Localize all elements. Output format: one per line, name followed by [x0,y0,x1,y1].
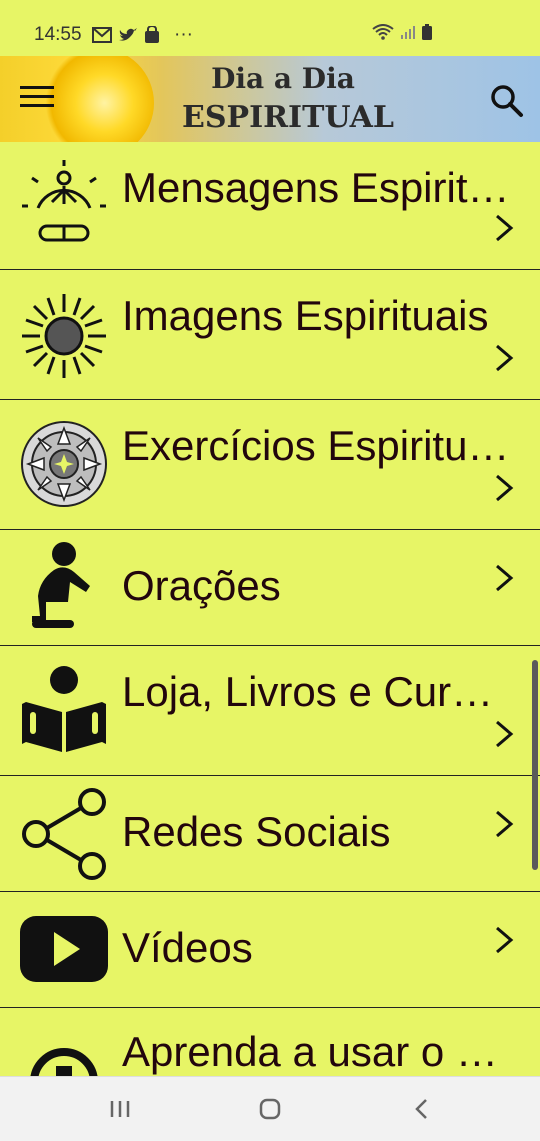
battery-icon [422,24,432,40]
status-time: 14:55 [34,24,82,45]
chevron-right-icon [496,720,514,748]
praying-person-icon [32,542,90,628]
menu-item-label: Loja, Livros e Curs… [122,668,514,715]
chevron-right-icon [496,344,514,372]
menu-item-label: Redes Sociais [122,808,391,855]
status-notification-icons: ··· [92,24,193,46]
signal-icon [401,26,415,39]
share-icon [22,788,106,880]
app-title-line2: ESPIRITUAL [181,100,395,135]
menu-item-label: Mensagens Espiritu… [122,164,514,211]
sunflower-banner-image [44,56,154,142]
chevron-right-icon [496,214,514,242]
menu-item-oracoes[interactable]: Orações [0,530,540,646]
sun-icon [22,294,106,378]
chevron-right-icon [496,564,514,592]
hamburger-icon[interactable] [20,86,54,112]
chevron-right-icon [496,926,514,954]
menu-item-label: Aprenda a usar o … [122,1028,498,1075]
status-bar: 14:55 ··· [0,0,540,56]
menu-item-label: Imagens Espirituais [122,292,489,339]
shopping-bag-icon [145,26,159,43]
menu-item-imagens[interactable]: Imagens Espirituais [0,270,540,400]
mandala-icon [21,421,107,507]
recent-apps-icon[interactable] [100,1095,140,1123]
status-system-icons [372,24,432,40]
play-video-icon [20,916,108,982]
menu-item-loja[interactable]: Loja, Livros e Curs… [0,646,540,776]
menu-item-videos[interactable]: Vídeos [0,892,540,1008]
back-icon[interactable] [402,1095,442,1123]
menu-item-label: Vídeos [122,924,253,971]
menu-item-exercicios[interactable]: Exercícios Espiritu… [0,400,540,530]
menu-item-redes-sociais[interactable]: Redes Sociais [0,776,540,892]
reader-book-icon [22,666,106,752]
gmail-icon [92,27,112,43]
scrollbar[interactable] [532,660,538,870]
menu-item-label: Orações [122,562,281,609]
more-notifications: ··· [174,24,193,45]
menu-item-label: Exercícios Espiritu… [122,422,510,469]
search-icon[interactable] [490,84,524,118]
twitter-icon [119,28,137,41]
menu-item-mensagens[interactable]: Mensagens Espiritu… [0,142,540,270]
app-title-line1: Dia a Dia [211,62,355,95]
system-navigation-bar [0,1076,540,1141]
home-icon[interactable] [250,1095,290,1123]
wifi-icon [372,24,394,40]
chevron-right-icon [496,810,514,838]
app-header: Dia a Dia ESPIRITUAL [0,56,540,142]
chevron-right-icon [496,474,514,502]
meditation-icon [22,160,106,242]
